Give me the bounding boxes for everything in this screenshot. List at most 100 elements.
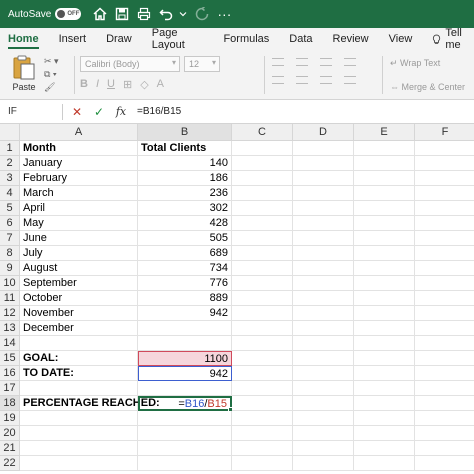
cell-e13[interactable]	[354, 321, 415, 336]
cell-b13[interactable]	[138, 321, 232, 336]
merge-center-button[interactable]: ⇔ Merge & Center	[390, 82, 465, 92]
more-icon[interactable]: ···	[215, 5, 233, 23]
cell-b16[interactable]: 942	[138, 366, 232, 381]
underline-icon[interactable]: U	[107, 78, 115, 91]
cut-icon[interactable]: ✂ ▾	[44, 56, 68, 66]
cell-b4[interactable]: 236	[138, 186, 232, 201]
cell-b19[interactable]	[138, 411, 232, 426]
cell-b15[interactable]: 1100	[138, 351, 232, 366]
cell-b12[interactable]: 942	[138, 306, 232, 321]
autosave-toggle[interactable]: OFF	[55, 8, 82, 20]
cell-e10[interactable]	[354, 276, 415, 291]
align-bottom-icon[interactable]	[320, 58, 332, 66]
copy-icon[interactable]: ⧉ ▾	[44, 69, 68, 79]
cell-c7[interactable]	[232, 231, 293, 246]
cell-c16[interactable]	[232, 366, 293, 381]
cell-b20[interactable]	[138, 426, 232, 441]
cancel-icon[interactable]: ✕	[69, 104, 85, 120]
formula-input[interactable]: =B16/B15	[137, 106, 181, 117]
cell-b21[interactable]	[138, 441, 232, 456]
cell-a4[interactable]: March	[20, 186, 138, 201]
row-header-6[interactable]: 6	[0, 216, 20, 231]
cell-b1[interactable]: Total Clients	[138, 141, 232, 156]
row-header-5[interactable]: 5	[0, 201, 20, 216]
format-painter-icon[interactable]: 🖌	[44, 82, 68, 92]
cell-f9[interactable]	[415, 261, 474, 276]
cell-e9[interactable]	[354, 261, 415, 276]
cell-d7[interactable]	[293, 231, 354, 246]
cell-a19[interactable]	[20, 411, 138, 426]
cell-d18[interactable]	[293, 396, 354, 411]
orientation-icon[interactable]	[344, 58, 356, 66]
cell-d13[interactable]	[293, 321, 354, 336]
row-header-16[interactable]: 16	[0, 366, 20, 381]
cell-e20[interactable]	[354, 426, 415, 441]
italic-icon[interactable]: I	[96, 78, 99, 91]
cell-f21[interactable]	[415, 441, 474, 456]
row-header-2[interactable]: 2	[0, 156, 20, 171]
cell-a18[interactable]: PERCENTAGE REACHED:	[20, 396, 160, 411]
cell-d22[interactable]	[293, 456, 354, 471]
cell-a13[interactable]: December	[20, 321, 138, 336]
cell-e18[interactable]	[354, 396, 415, 411]
cell-d19[interactable]	[293, 411, 354, 426]
cell-e15[interactable]	[354, 351, 415, 366]
cell-c19[interactable]	[232, 411, 293, 426]
bold-icon[interactable]: B	[80, 78, 88, 91]
paste-button[interactable]: Paste	[8, 54, 40, 96]
tab-page-layout[interactable]: Page Layout	[152, 27, 204, 51]
row-header-17[interactable]: 17	[0, 381, 20, 396]
cell-c3[interactable]	[232, 171, 293, 186]
cell-c18[interactable]	[232, 396, 293, 411]
align-left-icon[interactable]	[272, 76, 284, 84]
cell-e17[interactable]	[354, 381, 415, 396]
align-top-icon[interactable]	[272, 58, 284, 66]
cell-e2[interactable]	[354, 156, 415, 171]
cell-a7[interactable]: June	[20, 231, 138, 246]
cell-a9[interactable]: August	[20, 261, 138, 276]
cell-a15[interactable]: GOAL:	[20, 351, 138, 366]
redo-icon[interactable]	[193, 5, 211, 23]
row-header-15[interactable]: 15	[0, 351, 20, 366]
column-header-e[interactable]: E	[354, 124, 415, 141]
cell-b5[interactable]: 302	[138, 201, 232, 216]
tab-formulas[interactable]: Formulas	[223, 28, 269, 50]
column-header-c[interactable]: C	[232, 124, 293, 141]
cell-d2[interactable]	[293, 156, 354, 171]
cell-f4[interactable]	[415, 186, 474, 201]
tab-view[interactable]: View	[389, 28, 413, 50]
cell-d14[interactable]	[293, 336, 354, 351]
cell-a11[interactable]: October	[20, 291, 138, 306]
cell-a12[interactable]: November	[20, 306, 138, 321]
row-header-21[interactable]: 21	[0, 441, 20, 456]
row-header-22[interactable]: 22	[0, 456, 20, 471]
cell-b6[interactable]: 428	[138, 216, 232, 231]
cell-e11[interactable]	[354, 291, 415, 306]
cell-f12[interactable]	[415, 306, 474, 321]
cell-c10[interactable]	[232, 276, 293, 291]
column-header-b[interactable]: B	[138, 124, 232, 141]
cell-d5[interactable]	[293, 201, 354, 216]
cell-d4[interactable]	[293, 186, 354, 201]
cell-a1[interactable]: Month	[20, 141, 138, 156]
insert-function-icon[interactable]: fx	[113, 104, 129, 120]
cell-a6[interactable]: May	[20, 216, 138, 231]
undo-dropdown-icon[interactable]	[179, 5, 187, 23]
cell-b10[interactable]: 776	[138, 276, 232, 291]
tell-me-search[interactable]: Tell me	[432, 27, 474, 51]
cell-e1[interactable]	[354, 141, 415, 156]
align-middle-icon[interactable]	[296, 58, 308, 66]
cell-e8[interactable]	[354, 246, 415, 261]
cell-a5[interactable]: April	[20, 201, 138, 216]
cell-c14[interactable]	[232, 336, 293, 351]
cell-a21[interactable]	[20, 441, 138, 456]
row-header-8[interactable]: 8	[0, 246, 20, 261]
cell-e6[interactable]	[354, 216, 415, 231]
cell-f2[interactable]	[415, 156, 474, 171]
cell-d1[interactable]	[293, 141, 354, 156]
cell-d12[interactable]	[293, 306, 354, 321]
cell-d17[interactable]	[293, 381, 354, 396]
cell-b14[interactable]	[138, 336, 232, 351]
cell-a16[interactable]: TO DATE:	[20, 366, 138, 381]
undo-icon[interactable]	[157, 5, 175, 23]
